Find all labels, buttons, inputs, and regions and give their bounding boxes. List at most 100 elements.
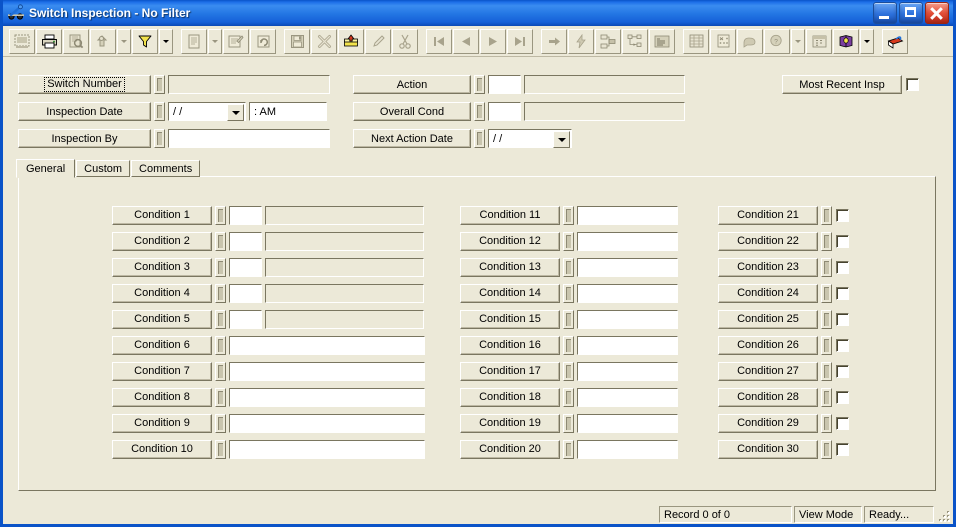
condition-17-input[interactable]	[577, 361, 678, 381]
maximize-button[interactable]	[899, 2, 923, 24]
condition-2-code-input[interactable]	[229, 231, 262, 251]
condition-26-checkbox[interactable]	[836, 338, 849, 352]
condition-4-code-input[interactable]	[229, 283, 262, 303]
condition-29-checkbox[interactable]	[836, 416, 849, 430]
condition-10-spinner[interactable]	[215, 439, 226, 459]
previous-record-icon[interactable]	[453, 28, 479, 54]
tab-general[interactable]: General	[16, 159, 76, 178]
overall-cond-spinner[interactable]	[474, 102, 485, 121]
condition-1-code-input[interactable]	[229, 205, 262, 225]
action-spinner[interactable]	[474, 75, 485, 94]
condition-24-button[interactable]: Condition 24	[718, 283, 818, 303]
resize-grip-icon[interactable]	[937, 508, 951, 522]
condition-13-input[interactable]	[577, 257, 678, 277]
find-dropdown-arrow[interactable]	[117, 28, 131, 54]
condition-7-input[interactable]	[229, 361, 425, 381]
condition-20-button[interactable]: Condition 20	[460, 439, 560, 459]
condition-10-input[interactable]	[229, 439, 425, 459]
condition-19-input[interactable]	[577, 413, 678, 433]
inspection-by-button[interactable]: Inspection By	[18, 129, 151, 148]
condition-18-spinner[interactable]	[563, 387, 574, 407]
tree-view-icon[interactable]	[622, 28, 648, 54]
condition-25-button[interactable]: Condition 25	[718, 309, 818, 329]
condition-14-input[interactable]	[577, 283, 678, 303]
condition-25-spinner[interactable]	[821, 309, 832, 329]
condition-15-input[interactable]	[577, 309, 678, 329]
save-icon[interactable]	[284, 28, 310, 54]
condition-9-input[interactable]	[229, 413, 425, 433]
condition-2-button[interactable]: Condition 2	[112, 231, 212, 251]
inspection-by-spinner[interactable]	[154, 129, 165, 148]
condition-11-button[interactable]: Condition 11	[460, 205, 560, 225]
condition-3-description-input[interactable]	[265, 257, 424, 277]
action-code-input[interactable]	[488, 75, 521, 94]
condition-11-input[interactable]	[577, 205, 678, 225]
tab-comments[interactable]: Comments	[131, 160, 201, 177]
goto-record-icon[interactable]	[541, 28, 567, 54]
overall-cond-button[interactable]: Overall Cond	[353, 102, 471, 121]
condition-21-checkbox[interactable]	[836, 208, 849, 222]
condition-1-spinner[interactable]	[215, 205, 226, 225]
switch-number-button[interactable]: Switch Number	[18, 75, 151, 94]
condition-15-button[interactable]: Condition 15	[460, 309, 560, 329]
condition-18-button[interactable]: Condition 18	[460, 387, 560, 407]
condition-11-spinner[interactable]	[563, 205, 574, 225]
condition-3-spinner[interactable]	[215, 257, 226, 277]
condition-5-code-input[interactable]	[229, 309, 262, 329]
condition-14-spinner[interactable]	[563, 283, 574, 303]
chevron-down-icon[interactable]	[553, 131, 570, 148]
condition-16-input[interactable]	[577, 335, 678, 355]
condition-22-spinner[interactable]	[821, 231, 832, 251]
condition-19-spinner[interactable]	[563, 413, 574, 433]
condition-4-button[interactable]: Condition 4	[112, 283, 212, 303]
condition-23-spinner[interactable]	[821, 257, 832, 277]
condition-19-button[interactable]: Condition 19	[460, 413, 560, 433]
list-view-icon[interactable]	[649, 28, 675, 54]
next-action-date-button[interactable]: Next Action Date	[353, 129, 471, 148]
find-icon[interactable]	[90, 28, 116, 54]
condition-3-code-input[interactable]	[229, 257, 262, 277]
condition-25-checkbox[interactable]	[836, 312, 849, 326]
first-record-icon[interactable]	[426, 28, 452, 54]
condition-9-spinner[interactable]	[215, 413, 226, 433]
most-recent-insp-button[interactable]: Most Recent Insp	[782, 75, 902, 94]
condition-4-description-input[interactable]	[265, 283, 424, 303]
condition-8-spinner[interactable]	[215, 387, 226, 407]
switch-number-input[interactable]	[168, 75, 330, 94]
condition-6-spinner[interactable]	[215, 335, 226, 355]
condition-27-checkbox[interactable]	[836, 364, 849, 378]
inspection-date-button[interactable]: Inspection Date	[18, 102, 151, 121]
condition-22-button[interactable]: Condition 22	[718, 231, 818, 251]
condition-1-description-input[interactable]	[265, 205, 424, 225]
exit-icon[interactable]	[882, 28, 908, 54]
cut-icon[interactable]	[392, 28, 418, 54]
close-button[interactable]	[925, 2, 949, 24]
condition-22-checkbox[interactable]	[836, 234, 849, 248]
condition-5-spinner[interactable]	[215, 309, 226, 329]
condition-29-spinner[interactable]	[821, 413, 832, 433]
hierarchy-icon[interactable]	[595, 28, 621, 54]
select-records-icon[interactable]	[9, 28, 35, 54]
condition-30-spinner[interactable]	[821, 439, 832, 459]
condition-28-spinner[interactable]	[821, 387, 832, 407]
most-recent-insp-checkbox[interactable]	[906, 78, 919, 91]
condition-30-checkbox[interactable]	[836, 442, 849, 456]
condition-20-input[interactable]	[577, 439, 678, 459]
condition-21-spinner[interactable]	[821, 205, 832, 225]
condition-1-button[interactable]: Condition 1	[112, 205, 212, 225]
next-action-date-spinner[interactable]	[474, 129, 485, 148]
condition-16-button[interactable]: Condition 16	[460, 335, 560, 355]
condition-29-button[interactable]: Condition 29	[718, 413, 818, 433]
note-icon[interactable]: ?	[764, 28, 790, 54]
print-preview-icon[interactable]	[63, 28, 89, 54]
calendar-icon[interactable]	[806, 28, 832, 54]
grid-view-icon[interactable]	[683, 28, 709, 54]
report-dropdown-arrow[interactable]	[208, 28, 222, 54]
condition-26-button[interactable]: Condition 26	[718, 335, 818, 355]
condition-8-button[interactable]: Condition 8	[112, 387, 212, 407]
condition-2-spinner[interactable]	[215, 231, 226, 251]
condition-13-spinner[interactable]	[563, 257, 574, 277]
condition-14-button[interactable]: Condition 14	[460, 283, 560, 303]
note-dropdown-arrow[interactable]	[791, 28, 805, 54]
overall-cond-description-input[interactable]	[524, 102, 685, 121]
